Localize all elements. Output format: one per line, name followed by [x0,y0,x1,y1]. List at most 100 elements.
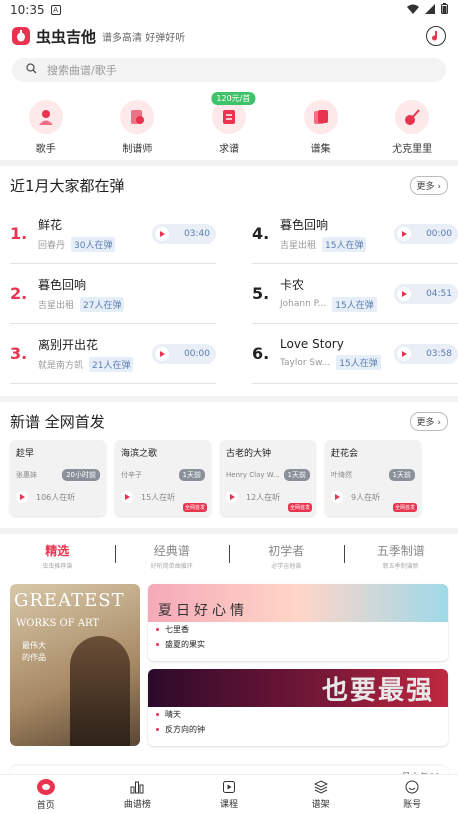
category-singer[interactable]: 歌手 [16,100,76,160]
score-title: 趁早 [16,449,35,459]
score-artist: 张惠妹 [16,471,37,479]
tab-wuji[interactable]: 五季制谱 新五季制谱新 [343,542,458,570]
section-title: 新谱 全网首发 [10,412,105,431]
song-artist: 回春丹 [38,240,66,251]
play-button[interactable]: 00:00 [394,223,458,244]
category-request[interactable]: 120元/首 求谱 [199,92,259,160]
ukulele-icon [395,100,430,134]
play-count: 30人在弹 [71,236,116,252]
play-button[interactable]: 00:00 [152,343,216,364]
play-icon [20,494,25,500]
list-item[interactable]: 5. 卡农 Johann P... 15人在弹 04:51 [252,264,458,324]
bottom-nav: 首页 曲谱榜 课程 谱架 账号 [0,774,458,814]
listen-count: 106人在听 [36,492,76,502]
score-card[interactable]: 赶花会 叶绮然 1天前 9人在听 全网首发 [325,440,421,516]
featured-tabs: 精选 虫虫推荐谱 经典谱 好听简单曲循环 初学者 必学吉他谱 五季制谱 新五季制谱新 [0,534,458,574]
play-button[interactable]: 04:51 [394,283,458,304]
tab-featured[interactable]: 精选 虫虫推荐谱 [0,542,115,570]
score-title: 赶花会 [331,449,359,459]
search-input[interactable]: 搜索曲谱/歌手 [12,58,446,82]
song-title: Love Story [280,337,344,351]
search-area: 搜索曲谱/歌手 [0,52,458,90]
category-label: 谱集 [310,144,331,155]
playlist-card[interactable]: 也要最强 晴天 反方向的钟 [148,669,448,746]
score-card[interactable]: 趁早 张惠妹 20小时前 106人在听 [10,440,106,516]
play-button[interactable]: 03:58 [394,343,458,364]
rank-number: 4. [252,224,270,243]
status-bar: 10:35 A [0,0,458,20]
play-icon [402,290,407,297]
recent-header: 近1月大家都在弹 更多 › [0,166,458,204]
play-count: 27人在弹 [80,296,125,312]
stack-icon [313,779,329,794]
a-icon: A [50,5,61,15]
nav-home[interactable]: 首页 [0,775,92,814]
app-header: 虫虫吉他 谱多高清 好弹好听 [0,20,458,52]
tab-beginner[interactable]: 初学者 必学吉他谱 [229,542,344,570]
song-title: 暮色回响 [280,217,329,232]
time-tag: 20小时前 [62,469,100,481]
list-item[interactable]: 2. 暮色回响 吉星出租 27人在弹 [10,264,216,324]
nav-chart[interactable]: 曲谱榜 [92,775,184,814]
song-artist: Taylor Sw... [280,357,331,368]
category-transcriber[interactable]: 制谱师 [107,100,167,160]
home-icon [36,778,55,795]
price-badge: 120元/首 [211,92,256,105]
category-label: 求谱 [218,144,239,155]
play-icon [402,350,407,357]
score-artist: 付辛子 [121,471,142,479]
score-title: 海滨之歌 [121,449,158,459]
cover-figure [70,636,130,746]
category-row: 歌手 制谱师 120元/首 求谱 谱集 尤克里里 [0,90,458,160]
song-artist: 就是南方凯 [38,360,84,371]
tab-classic[interactable]: 经典谱 好听简单曲循环 [114,542,230,570]
category-ukulele[interactable]: 尤克里里 [382,100,442,160]
play-icon [125,494,130,500]
collection-icon [303,100,338,134]
playlist-song: 七里香 [148,622,448,637]
song-title: 卡农 [280,277,305,292]
play-button[interactable]: 03:40 [152,223,216,244]
more-button[interactable]: 更多 › [409,411,448,431]
nav-course[interactable]: 课程 [183,775,275,814]
first-release-badge: 全网首发 [392,503,417,512]
nav-stack[interactable]: 谱架 [275,775,367,814]
cover-cn-title: 最伟大 的作品 [22,641,46,662]
more-button[interactable]: 更多 › [409,175,448,195]
time-tag: 1天前 [283,469,310,481]
album-cover[interactable]: GREATEST WORKS OF ART 最伟大 的作品 [10,584,140,746]
singer-icon [28,100,63,134]
account-icon [404,780,420,794]
new-scores-header: 新谱 全网首发 更多 › [0,402,458,440]
list-item[interactable]: 3. 离别开出花 就是南方凯 21人在弹 00:00 [10,324,216,384]
app-logo [12,27,30,45]
category-label: 歌手 [35,144,56,155]
tuner-icon[interactable] [426,26,446,46]
first-release-badge: 全网首发 [287,503,312,512]
list-item[interactable]: 6. Love Story Taylor Sw... 15人在弹 03:58 [252,324,458,384]
list-item[interactable]: 1. 鲜花 回春丹 30人在弹 03:40 [10,204,216,264]
listen-count: 15人在听 [141,492,176,502]
rank-number: 5. [252,284,270,303]
play-icon [402,230,407,237]
section-title: 近1月大家都在弹 [10,176,125,195]
app-slogan: 谱多高清 好弹好听 [102,32,186,44]
category-collection[interactable]: 谱集 [291,100,351,160]
song-artist: Johann P... [280,299,327,309]
time-tag: 1天前 [178,469,205,481]
search-placeholder: 搜索曲谱/歌手 [47,64,117,77]
play-icon [160,350,165,357]
battery-icon [441,3,448,17]
play-count: 15人在弹 [332,296,377,312]
list-item[interactable]: 4. 暮色回响 吉星出租 15人在弹 00:00 [252,204,458,264]
wifi-icon [407,3,419,17]
ranking-list: 1. 鲜花 回春丹 30人在弹 03:40 4. 暮色回响 吉星出租 15人在弹 0… [0,204,458,396]
featured-section: 精选 虫虫推荐谱 经典谱 好听简单曲循环 初学者 必学吉他谱 五季制谱 新五季制谱新 G… [0,534,458,760]
score-card[interactable]: 海滨之歌 付辛子 1天前 15人在听 全网首发 [115,440,211,516]
playlist-card[interactable]: 夏日好心情 七里香 盛夏的果实 [148,584,448,661]
score-card[interactable]: 古老的大钟 Henry Clay W... 1天前 12人在听 全网首发 [220,440,316,516]
playlist-column: 夏日好心情 七里香 盛夏的果实 也要最强 晴天 反方向的钟 [148,584,448,746]
playlist-song: 晴天 [148,707,448,722]
nav-account[interactable]: 账号 [366,775,458,814]
search-icon [26,63,37,77]
